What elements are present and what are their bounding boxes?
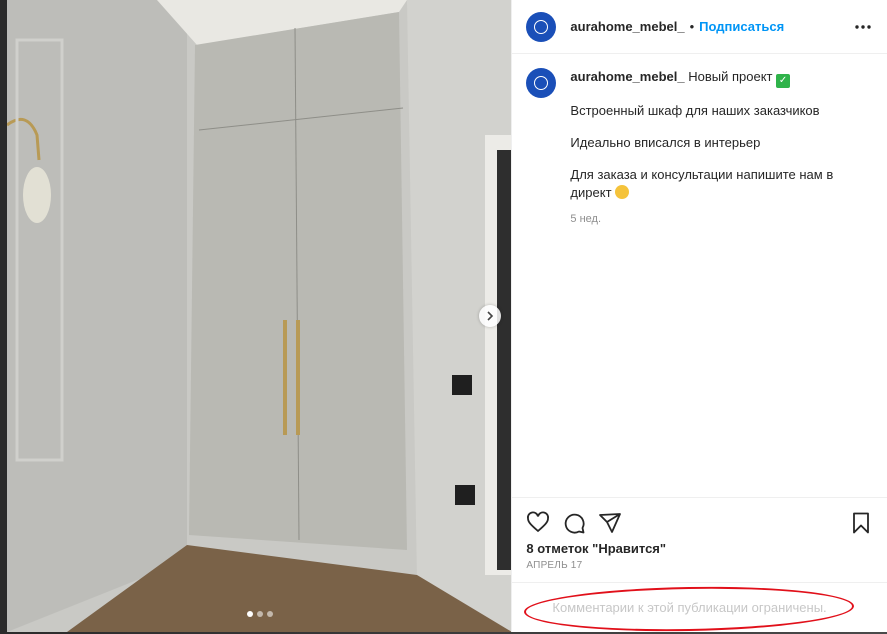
caption-username[interactable]: aurahome_mebel_ bbox=[570, 69, 684, 84]
caption: aurahome_mebel_ Новый проект ✓ Встроенны… bbox=[526, 68, 873, 228]
caption-line-1: Новый проект bbox=[688, 69, 773, 84]
follow-button[interactable]: Подписаться bbox=[699, 19, 784, 34]
post-date: АПРЕЛЬ 17 bbox=[526, 560, 583, 571]
carousel-dots bbox=[247, 611, 273, 617]
next-slide-button[interactable] bbox=[479, 305, 501, 327]
wardrobe-photo bbox=[7, 0, 512, 632]
header-username[interactable]: aurahome_mebel_ bbox=[570, 19, 684, 34]
caption-avatar[interactable] bbox=[526, 68, 557, 98]
comments-restricted-notice: Комментарии к этой публикации ограничены… bbox=[512, 582, 887, 634]
caption-line-4: Для заказа и консультации напишите нам в… bbox=[570, 167, 834, 200]
chevron-right-icon bbox=[487, 311, 494, 321]
comment-icon[interactable] bbox=[562, 511, 586, 535]
carousel-dot[interactable] bbox=[247, 611, 253, 617]
post-image bbox=[7, 0, 512, 632]
post-panel: aurahome_mebel_ • Подписаться aurahome_m… bbox=[511, 0, 887, 634]
post-modal: aurahome_mebel_ • Подписаться aurahome_m… bbox=[7, 0, 887, 634]
comments-area: aurahome_mebel_ Новый проект ✓ Встроенны… bbox=[512, 54, 887, 497]
heart-icon[interactable] bbox=[526, 511, 550, 535]
more-options-button[interactable] bbox=[853, 24, 873, 29]
more-icon bbox=[855, 24, 871, 29]
likes-count[interactable]: 8 отметок "Нравится" bbox=[512, 541, 887, 556]
post-header: aurahome_mebel_ • Подписаться bbox=[512, 0, 887, 54]
carousel-dot[interactable] bbox=[267, 611, 273, 617]
carousel-dot[interactable] bbox=[257, 611, 263, 617]
caption-line-3: Идеально вписался в интерьер bbox=[570, 135, 761, 150]
share-icon[interactable] bbox=[598, 511, 622, 535]
bookmark-icon[interactable] bbox=[849, 511, 873, 535]
caption-line-2: Встроенный шкаф для наших заказчиков bbox=[570, 103, 820, 118]
red-annotation-oval bbox=[524, 584, 855, 634]
separator-dot: • bbox=[689, 19, 695, 34]
check-emoji-icon: ✓ bbox=[776, 74, 791, 88]
avatar[interactable] bbox=[526, 11, 557, 42]
caption-body: aurahome_mebel_ Новый проект ✓ Встроенны… bbox=[570, 68, 835, 228]
smile-emoji-icon bbox=[615, 185, 630, 199]
action-bar bbox=[512, 497, 887, 547]
time-ago[interactable]: 5 нед. bbox=[570, 210, 835, 228]
